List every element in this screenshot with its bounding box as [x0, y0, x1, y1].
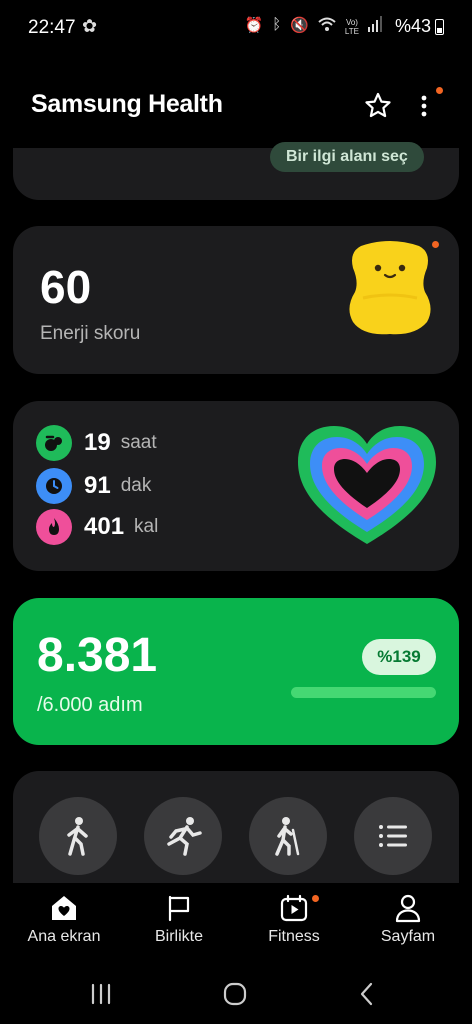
nav-my-page-label: Sayfam: [380, 928, 436, 945]
exercise-card: [13, 771, 459, 883]
hiking-icon: [275, 817, 300, 856]
notification-dot: [436, 87, 443, 94]
active-time-row: 19 saat: [36, 425, 157, 461]
back-button[interactable]: [352, 981, 382, 1007]
calories-value: 401: [84, 513, 125, 540]
bluetooth-icon: ᛒ: [272, 16, 282, 33]
wifi-icon: [318, 16, 336, 36]
walking-button[interactable]: [39, 797, 117, 875]
interests-card: Bir ilgi alanı seç: [13, 142, 459, 200]
nav-together[interactable]: Birlikte: [124, 893, 234, 946]
fan-icon: ✿: [82, 16, 98, 36]
status-icons: ⏰ ᛒ 🔇 Vo) LTE: [245, 16, 382, 36]
clock-icon: [36, 468, 72, 504]
notification-dot: [432, 241, 439, 248]
app-header: Samsung Health: [0, 80, 472, 132]
back-chevron-icon: [360, 982, 373, 1006]
volte-indicator: Vo) LTE: [344, 18, 359, 36]
activity-rings-heart-icon: [298, 426, 436, 544]
energy-score-card[interactable]: 60 Enerji skoru: [13, 226, 459, 374]
exercise-time-row: 91 dak: [36, 468, 151, 504]
exercise-time-value: 91: [84, 472, 111, 499]
activity-card[interactable]: 19 saat 91 dak 401 kal: [13, 401, 459, 571]
alarm-icon: ⏰: [244, 17, 264, 34]
recent-apps-button[interactable]: [86, 981, 116, 1007]
more-options-button[interactable]: [412, 90, 436, 122]
running-button[interactable]: [144, 797, 222, 875]
running-icon: [167, 817, 202, 856]
favorites-button[interactable]: [362, 90, 394, 122]
notification-dot: [312, 895, 319, 902]
bottom-navigation: Ana ekran Birlikte Fitness Sayfam: [0, 883, 472, 963]
mute-icon: 🔇: [290, 17, 309, 34]
active-time-icon: [36, 425, 72, 461]
calories-row: 401 kal: [36, 509, 158, 545]
energy-score-value: 60: [40, 261, 92, 313]
steps-goal: /6.000 adım: [37, 694, 143, 716]
nav-fitness[interactable]: Fitness: [239, 893, 349, 946]
battery-indicator: %43: [395, 16, 444, 37]
nav-fitness-label: Fitness: [268, 928, 320, 945]
choose-interest-button[interactable]: Bir ilgi alanı seç: [270, 142, 424, 172]
steps-card[interactable]: 8.381 /6.000 adım %139: [13, 598, 459, 745]
steps-progress-bar: [291, 687, 436, 698]
active-time-unit: saat: [120, 432, 157, 453]
signal-icon: [368, 16, 382, 36]
status-time: 22:47: [28, 17, 76, 38]
list-icon: [379, 825, 407, 847]
flag-icon: [168, 895, 190, 922]
system-navigation-bar: [0, 963, 472, 1024]
exercise-time-unit: dak: [120, 475, 152, 496]
battery-percent: %43: [394, 16, 431, 36]
steps-percent-badge: %139: [362, 639, 436, 675]
app-title: Samsung Health: [31, 90, 223, 118]
nav-my-page[interactable]: Sayfam: [353, 893, 463, 946]
more-vertical-icon: [421, 95, 427, 117]
energy-mascot-icon: [349, 241, 431, 335]
nav-home[interactable]: Ana ekran: [9, 893, 119, 946]
hiking-button[interactable]: [249, 797, 327, 875]
home-heart-icon: [52, 896, 76, 920]
nav-home-label: Ana ekran: [27, 928, 101, 945]
star-icon: [365, 92, 391, 118]
walking-icon: [67, 817, 88, 856]
calories-unit: kal: [134, 516, 159, 537]
home-circle-icon: [223, 982, 247, 1006]
status-bar: 22:47 ✿ ⏰ ᛒ 🔇 Vo) LTE %43: [0, 0, 472, 56]
flame-icon: [36, 509, 72, 545]
calendar-play-icon: [280, 894, 308, 922]
exercise-list-button[interactable]: [354, 797, 432, 875]
battery-icon: [435, 18, 444, 35]
person-icon: [395, 894, 421, 923]
energy-score-label: Enerji skoru: [40, 323, 141, 344]
home-button[interactable]: [220, 981, 250, 1007]
steps-value: 8.381: [37, 629, 158, 682]
active-time-value: 19: [84, 429, 111, 456]
recent-apps-icon: [91, 983, 111, 1005]
nav-together-label: Birlikte: [154, 928, 203, 945]
